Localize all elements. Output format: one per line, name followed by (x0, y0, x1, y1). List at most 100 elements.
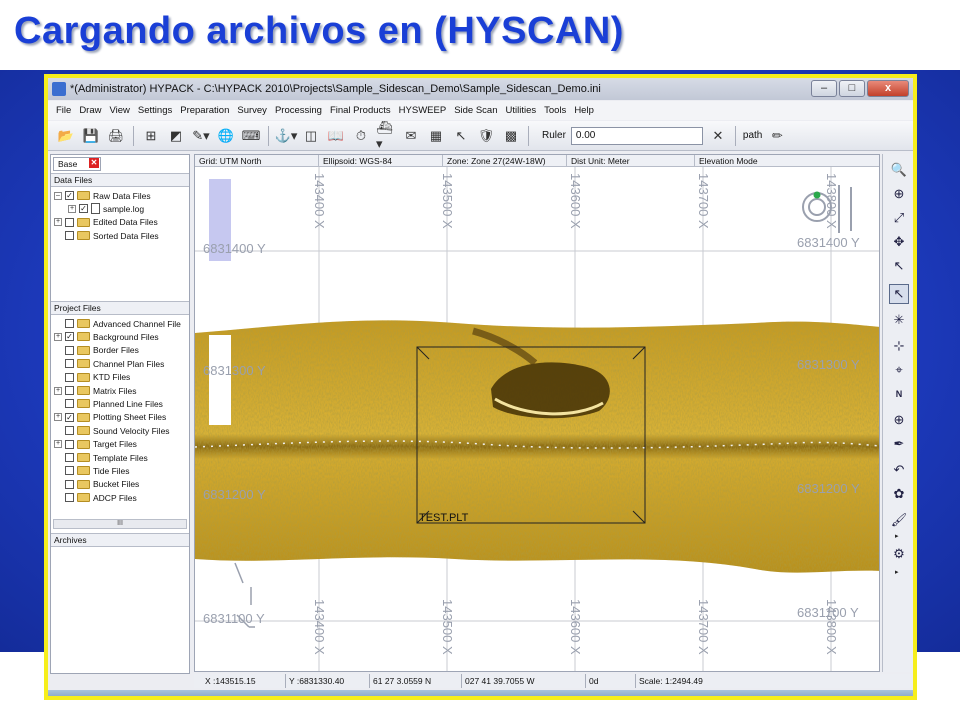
color-map-icon[interactable]: ◩ (166, 126, 186, 146)
clear-ruler-icon[interactable]: ✕ (708, 126, 728, 146)
tree-item[interactable]: Template Files (54, 451, 148, 464)
menu-item-processing[interactable]: Processing (275, 105, 322, 116)
matrix-icon[interactable]: ▩ (501, 126, 521, 146)
expand-icon[interactable]: + (54, 413, 62, 422)
tree-item[interactable]: Channel Plan Files (54, 357, 164, 370)
boat-icon[interactable]: ⛴▾ (376, 120, 396, 151)
menu-item-help[interactable]: Help (574, 105, 594, 116)
menu-item-side-scan[interactable]: Side Scan (454, 105, 497, 116)
menu-item-settings[interactable]: Settings (138, 105, 172, 116)
menu-item-file[interactable]: File (56, 105, 71, 116)
menu-item-final-products[interactable]: Final Products (330, 105, 391, 116)
tree-item[interactable]: ADCP Files (54, 491, 137, 504)
select-icon[interactable]: ↖ (889, 284, 909, 304)
globe-icon[interactable]: 🌐 (216, 126, 236, 146)
tree-item[interactable]: Sorted Data Files (54, 229, 159, 242)
expand-arrow-icon[interactable]: ▸ (895, 568, 899, 576)
tree-item[interactable]: Border Files (54, 344, 139, 357)
multi-select-icon[interactable]: ✳ (889, 310, 909, 330)
zoom-extents-icon[interactable]: ⤢ (889, 208, 909, 228)
keyboard-icon[interactable]: ⌨ (241, 126, 261, 146)
clock-icon[interactable]: ⏱ (351, 126, 371, 146)
expand-icon[interactable]: + (54, 332, 62, 341)
expand-icon[interactable]: + (54, 440, 62, 449)
expand-arrow-icon[interactable]: ▸ (895, 532, 899, 540)
tree-checkbox[interactable] (65, 466, 74, 476)
map-canvas[interactable]: TEST.PLT 143400 X 143500 X 143600 X 143700 … (195, 167, 880, 672)
tree-checkbox[interactable] (65, 319, 74, 328)
tree-item[interactable]: – ✓ Raw Data Files (54, 189, 151, 202)
print-icon[interactable]: 🖨 (106, 126, 126, 146)
save-icon[interactable]: 💾 (81, 126, 101, 146)
window-titlebar[interactable]: *(Administrator) HYPACK - C:\HYPACK 2010… (48, 78, 913, 100)
tree-checkbox[interactable] (65, 359, 74, 369)
tree-checkbox[interactable] (65, 439, 74, 449)
tree-item[interactable]: + Target Files (54, 438, 137, 451)
tree-checkbox[interactable] (65, 493, 74, 503)
crosshair-icon[interactable]: ⊹ (889, 336, 909, 356)
tree-checkbox[interactable]: ✓ (65, 191, 74, 200)
color-wheel-icon[interactable]: ✿ (889, 484, 909, 504)
close-button[interactable]: x (867, 80, 909, 97)
pointer-icon[interactable]: ↖ (889, 256, 909, 276)
survey-icon[interactable]: ⚓▾ (275, 126, 298, 146)
tree-item[interactable]: Sound Velocity Files (54, 424, 170, 437)
book-icon[interactable]: 📖 (326, 126, 346, 146)
brush-icon[interactable]: 🖌 (889, 510, 909, 530)
tree-item[interactable]: Bucket Files (54, 478, 139, 491)
tree-horizontal-scrollbar[interactable]: III (53, 519, 187, 529)
tree-checkbox[interactable] (65, 217, 74, 227)
zoom-window-icon[interactable]: ⊕ (889, 184, 909, 204)
tree-item[interactable]: + ✓ Plotting Sheet Files (54, 411, 166, 424)
tree-checkbox[interactable] (65, 479, 74, 489)
minimize-button[interactable]: – (811, 80, 837, 97)
menu-item-preparation[interactable]: Preparation (180, 105, 229, 116)
tree-item[interactable]: Tide Files (54, 464, 130, 477)
settings-icon[interactable]: ⚙ (889, 544, 909, 564)
calculator-icon[interactable]: ▦ (426, 126, 446, 146)
tree-item[interactable]: + Matrix Files (54, 384, 136, 397)
tree-checkbox[interactable] (65, 399, 74, 409)
menu-item-view[interactable]: View (109, 105, 129, 116)
maximize-button[interactable]: □ (839, 80, 865, 97)
tree-item[interactable]: KTD Files (54, 371, 130, 384)
zoom-pan-icon[interactable]: ✥ (889, 232, 909, 252)
target-plus-icon[interactable]: ⊕ (889, 410, 909, 430)
tree-item[interactable]: + ✓ Background Files (54, 330, 159, 343)
expand-icon[interactable]: + (54, 218, 62, 227)
tree-checkbox[interactable] (65, 372, 74, 382)
north-icon[interactable]: N (889, 384, 909, 404)
path-label[interactable]: path (743, 130, 762, 141)
pencil-icon[interactable]: ✏ (767, 126, 787, 146)
expand-icon[interactable]: + (54, 386, 62, 395)
undo-icon[interactable]: ↶ (889, 460, 909, 480)
menu-item-draw[interactable]: Draw (79, 105, 101, 116)
tree-checkbox[interactable] (65, 426, 74, 436)
ruler-field[interactable]: 0.00 (570, 126, 703, 145)
tree-checkbox[interactable] (65, 345, 74, 355)
tree-checkbox[interactable] (65, 231, 74, 241)
tree-item[interactable]: + Edited Data Files (54, 216, 158, 229)
close-icon[interactable]: ✕ (89, 158, 99, 168)
layers-icon[interactable]: ◫ (301, 126, 321, 146)
message-icon[interactable]: ✉ (401, 126, 421, 146)
cursor-icon[interactable]: ↖ (451, 126, 471, 146)
collapse-icon[interactable]: – (54, 191, 62, 200)
tree-item[interactable]: Advanced Channel File (54, 317, 181, 330)
open-folder-icon[interactable]: 📂 (56, 126, 76, 146)
tree-item[interactable]: Planned Line Files (54, 397, 163, 410)
tree-checkbox[interactable]: ✓ (79, 204, 88, 214)
pen-icon[interactable]: ✒ (889, 434, 909, 454)
shield-icon[interactable]: 🛡 (476, 126, 496, 146)
tree-checkbox[interactable]: ✓ (65, 412, 74, 422)
chart-icon[interactable]: ⊞ (141, 126, 161, 146)
menu-item-tools[interactable]: Tools (544, 105, 566, 116)
menu-item-survey[interactable]: Survey (237, 105, 267, 116)
target-icon[interactable]: ⌖ (889, 360, 909, 380)
tree-checkbox[interactable]: ✓ (65, 332, 74, 342)
menu-item-utilities[interactable]: Utilities (506, 105, 537, 116)
expand-icon[interactable]: + (68, 204, 76, 213)
menu-item-hysweep[interactable]: HYSWEEP (399, 105, 447, 116)
tree-checkbox[interactable] (65, 386, 74, 395)
draw-tool-icon[interactable]: ✎▾ (191, 126, 211, 146)
